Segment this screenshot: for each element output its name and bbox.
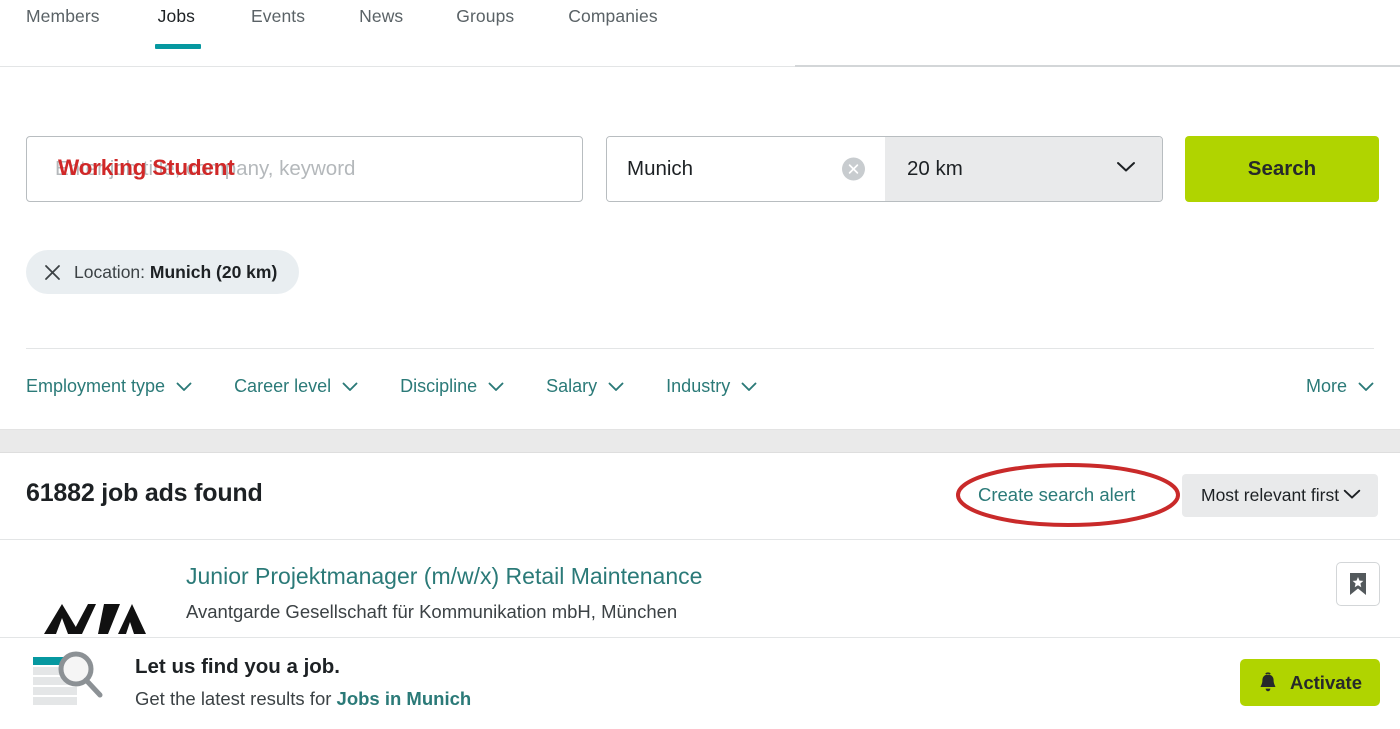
nav-tab-members[interactable]: Members [26, 6, 100, 55]
job-title-link[interactable]: Junior Projektmanager (m/w/x) Retail Mai… [186, 563, 702, 590]
filter-industry[interactable]: Industry [666, 376, 757, 397]
results-count: 61882 job ads found [26, 479, 263, 507]
chevron-down-icon [488, 382, 504, 392]
nav-tab-jobs[interactable]: Jobs [154, 6, 202, 55]
clear-location-icon[interactable] [842, 157, 865, 181]
jobs-search-page: Members Jobs Events News Groups Companie… [0, 0, 1400, 729]
nav-divider-right [795, 65, 1400, 67]
nav-tab-label: Jobs [157, 6, 196, 26]
nav-tab-groups[interactable]: Groups [456, 6, 514, 55]
filter-more-label: More [1305, 376, 1347, 396]
filter-salary[interactable]: Salary [546, 376, 624, 397]
filter-bar: Employment type Career level Discipline … [26, 376, 799, 397]
nav-tab-label: News [359, 6, 404, 26]
filters-divider [26, 348, 1374, 349]
nav-tab-label: Groups [456, 6, 515, 26]
jobs-in-munich-link[interactable]: Jobs in Munich [337, 688, 472, 709]
chip-label: Location: Munich (20 km) [74, 261, 278, 282]
filter-label: Employment type [26, 376, 166, 396]
search-button[interactable]: Search [1185, 136, 1379, 202]
activate-alert-button[interactable]: Activate [1240, 659, 1380, 706]
location-field-group: Munich 20 km [606, 136, 1163, 202]
distance-select[interactable]: 20 km [885, 137, 1162, 201]
distance-value: 20 km [907, 157, 963, 180]
nav-tab-label: Events [251, 6, 306, 26]
chevron-down-icon [608, 382, 624, 392]
sort-order-value: Most relevant first [1201, 485, 1340, 505]
company-logo [42, 596, 146, 636]
chevron-down-icon [342, 382, 358, 392]
nav-tab-news[interactable]: News [359, 6, 403, 55]
nav-tab-events[interactable]: Events [251, 6, 305, 55]
nav-tab-companies[interactable]: Companies [568, 6, 657, 55]
chip-prefix: Location [74, 261, 141, 282]
section-separator-band [0, 429, 1400, 453]
results-list-divider [0, 539, 1400, 540]
chevron-down-icon [1343, 487, 1361, 505]
sort-order-select[interactable]: Most relevant first [1182, 474, 1378, 517]
bell-icon [1258, 672, 1278, 693]
filter-more[interactable]: More [1306, 376, 1374, 397]
keyword-annotation-overlay: Working Student [58, 155, 235, 180]
filter-label: Salary [546, 376, 598, 396]
filter-label: Industry [666, 376, 731, 396]
job-search-illustration-icon [32, 649, 110, 711]
activate-alert-label: Activate [1290, 671, 1362, 693]
active-filter-chip-location[interactable]: Location: Munich (20 km) [26, 250, 300, 294]
chevron-down-icon [176, 382, 192, 392]
bookmark-icon [1350, 573, 1366, 595]
create-search-alert-link[interactable]: Create search alert [978, 484, 1135, 506]
banner-title: Let us find you a job. [135, 655, 340, 678]
chevron-down-icon [1358, 382, 1374, 392]
banner-subtitle-prefix: Get the latest results for [135, 688, 337, 709]
filter-label: Discipline [400, 376, 478, 396]
keyword-search-input[interactable]: Enter job title, company, keyword Workin… [26, 136, 583, 202]
filter-employment-type[interactable]: Employment type [26, 376, 192, 397]
job-alert-banner [0, 637, 1400, 729]
filter-career-level[interactable]: Career level [234, 376, 358, 397]
filter-label: Career level [234, 376, 332, 396]
banner-subtitle: Get the latest results for Jobs in Munic… [135, 688, 471, 710]
nav-tab-label: Members [26, 6, 100, 26]
job-company-location: Avantgarde Gesellschaft für Kommunikatio… [186, 601, 678, 622]
location-search-input[interactable]: Munich [607, 137, 885, 201]
location-value: Munich [627, 157, 694, 180]
chevron-down-icon [1116, 160, 1136, 178]
nav-tab-label: Companies [568, 6, 658, 26]
search-bar: Enter job title, company, keyword Workin… [0, 136, 1400, 202]
chevron-down-icon [741, 382, 757, 392]
chip-value: Munich (20 km) [149, 261, 278, 282]
primary-navigation: Members Jobs Events News Groups Companie… [0, 0, 1400, 67]
close-icon[interactable] [44, 264, 61, 281]
bookmark-job-button[interactable] [1336, 562, 1380, 606]
filter-discipline[interactable]: Discipline [400, 376, 504, 397]
